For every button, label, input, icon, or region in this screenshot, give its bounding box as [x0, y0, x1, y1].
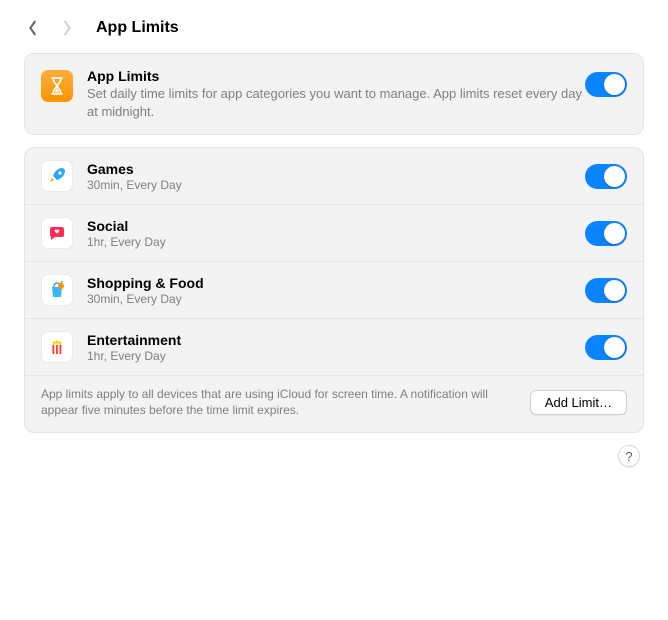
category-name: Social: [87, 218, 585, 234]
help-row: ?: [24, 445, 644, 467]
app-limits-pane: App Limits App Limits Set daily time lim…: [0, 0, 668, 620]
category-name: Games: [87, 161, 585, 177]
rocket-icon: [41, 160, 73, 192]
category-toggle-games[interactable]: [585, 164, 627, 189]
content-area: App Limits Set daily time limits for app…: [0, 53, 668, 620]
master-toggle-panel: App Limits Set daily time limits for app…: [24, 53, 644, 135]
category-toggle-entertainment[interactable]: [585, 335, 627, 360]
page-title: App Limits: [96, 19, 179, 37]
help-button[interactable]: ?: [618, 445, 640, 467]
category-detail: 1hr, Every Day: [87, 349, 585, 363]
add-limit-button[interactable]: Add Limit…: [530, 390, 627, 415]
hourglass-icon: [41, 70, 73, 102]
category-name: Entertainment: [87, 332, 585, 348]
category-toggle-social[interactable]: [585, 221, 627, 246]
categories-panel: Games 30min, Every Day Social 1hr, Every…: [24, 147, 644, 433]
back-button[interactable]: [20, 15, 46, 41]
forward-button[interactable]: [54, 15, 80, 41]
header-bar: App Limits: [0, 0, 668, 53]
category-name: Shopping & Food: [87, 275, 585, 291]
category-row-entertainment[interactable]: Entertainment 1hr, Every Day: [25, 319, 643, 376]
footer-note: App limits apply to all devices that are…: [41, 386, 518, 418]
category-toggle-shopping-food[interactable]: [585, 278, 627, 303]
category-detail: 30min, Every Day: [87, 292, 585, 306]
master-description: Set daily time limits for app categories…: [87, 85, 585, 120]
chevron-right-icon: [61, 20, 73, 36]
footer-row: App limits apply to all devices that are…: [25, 376, 643, 432]
master-title: App Limits: [87, 68, 585, 84]
popcorn-icon: [41, 331, 73, 363]
chat-heart-icon: [41, 217, 73, 249]
shopping-bag-icon: [41, 274, 73, 306]
category-detail: 30min, Every Day: [87, 178, 585, 192]
category-row-social[interactable]: Social 1hr, Every Day: [25, 205, 643, 262]
category-detail: 1hr, Every Day: [87, 235, 585, 249]
category-row-shopping-food[interactable]: Shopping & Food 30min, Every Day: [25, 262, 643, 319]
master-toggle[interactable]: [585, 72, 627, 97]
chevron-left-icon: [27, 20, 39, 36]
category-row-games[interactable]: Games 30min, Every Day: [25, 148, 643, 205]
master-toggle-row: App Limits Set daily time limits for app…: [25, 54, 643, 134]
